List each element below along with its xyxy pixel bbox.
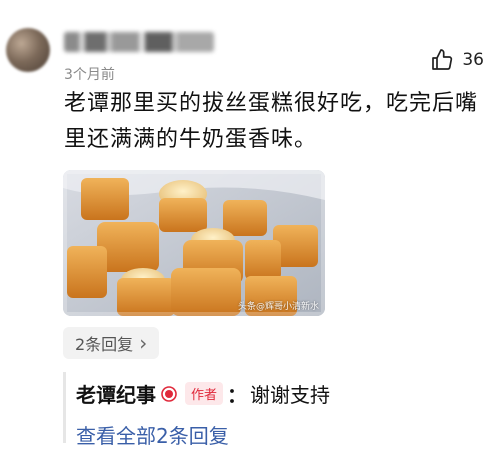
comment-text: 老谭那里买的拔丝蛋糕很好吃，吃完后嘴 里还满满的牛奶蛋香味。 (64, 86, 484, 158)
like-button[interactable]: 36 (430, 48, 484, 72)
reply-thread-divider (63, 372, 66, 443)
author-badge: 作者 (185, 382, 224, 405)
like-count: 36 (462, 50, 484, 70)
replies-count-label: 2条回复 (75, 335, 134, 354)
replies-count-button[interactable]: 2条回复 › (63, 327, 160, 359)
reply-text: 谢谢支持 (250, 383, 331, 407)
comment-time: 3个月前 (64, 67, 115, 83)
view-all-replies-link[interactable]: 查看全部2条回复 (76, 420, 229, 449)
user-avatar[interactable] (6, 28, 50, 72)
reply-author-name[interactable]: 老谭纪事 (76, 379, 156, 408)
image-watermark: 头条@辉哥小清新水 (237, 302, 319, 312)
cupcakes-photo (63, 170, 325, 316)
reply-item[interactable]: 老谭纪事 作者 ： 谢谢支持 (76, 379, 330, 408)
comment-text-line-2: 里还满满的牛奶蛋香味。 (64, 127, 318, 152)
username-blurred[interactable] (64, 32, 214, 52)
comment-photo[interactable]: 头条@辉哥小清新水 (63, 170, 325, 316)
thumbs-up-icon (432, 49, 453, 70)
verified-badge-icon (161, 385, 177, 402)
reply-colon: ： (227, 383, 248, 407)
comment-text-line-1: 老谭那里买的拔丝蛋糕很好吃，吃完后嘴 (64, 91, 479, 116)
chevron-right-icon: › (139, 331, 148, 355)
